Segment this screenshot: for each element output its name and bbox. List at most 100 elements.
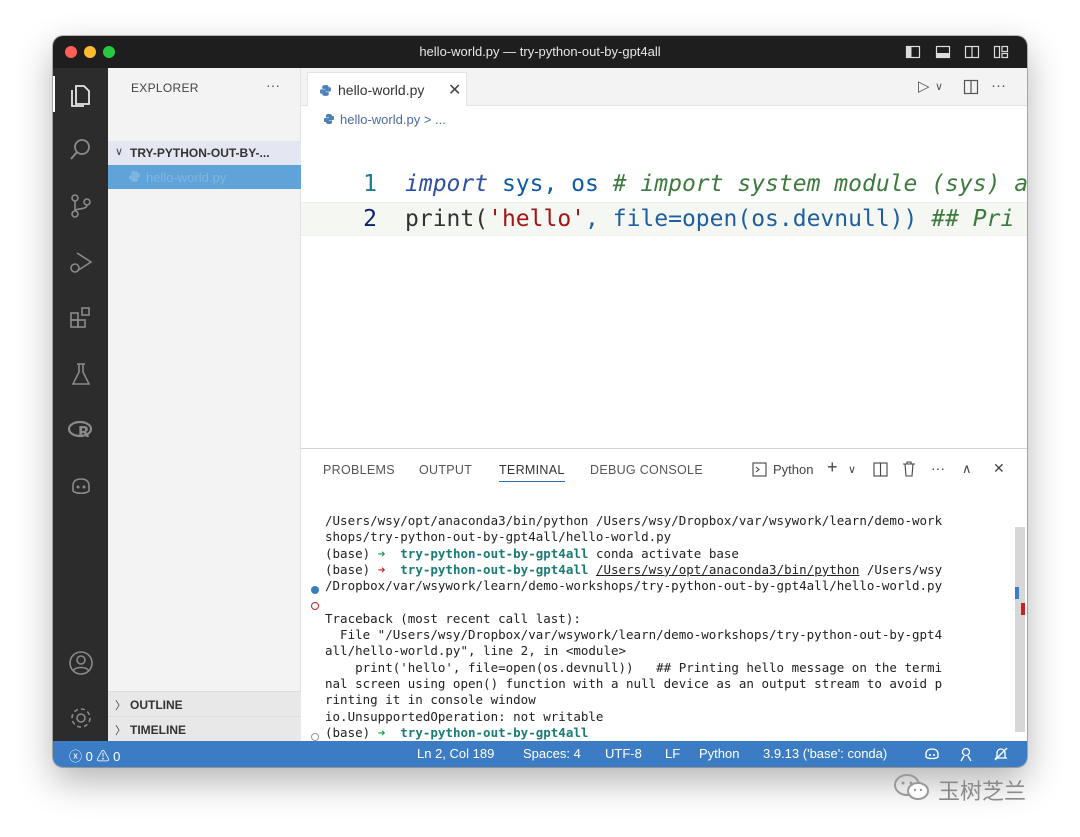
terminal-line: Traceback (most recent call last): bbox=[325, 610, 581, 626]
tab-label: hello-world.py bbox=[338, 82, 425, 98]
toggle-panel-icon[interactable] bbox=[935, 44, 951, 60]
terminal-line: nal screen using open() function with a … bbox=[325, 675, 943, 691]
testing-flask-icon[interactable] bbox=[67, 360, 95, 388]
error-count: 0 bbox=[85, 749, 93, 764]
command-success-dot[interactable] bbox=[311, 586, 319, 594]
run-python-file-icon[interactable]: ▷ bbox=[918, 77, 930, 95]
tab-terminal[interactable]: TERMINAL bbox=[499, 463, 565, 482]
wechat-watermark: 玉树芝兰 bbox=[892, 770, 1052, 808]
python-file-icon bbox=[320, 85, 331, 96]
terminal-scrollbar[interactable] bbox=[1015, 527, 1025, 732]
file-item-hello-world[interactable]: hello-world.py bbox=[108, 165, 301, 189]
window-title: hello-world.py — try-python-out-by-gpt4a… bbox=[419, 44, 661, 59]
activity-bar: R bbox=[53, 68, 108, 741]
explorer-title: EXPLORER bbox=[131, 81, 199, 95]
more-actions-icon[interactable]: ··· bbox=[991, 77, 1006, 94]
terminal-line: (base) ➜ try-python-out-by-gpt4all conda… bbox=[325, 545, 739, 561]
terminal-line: (base) ➜ try-python-out-by-gpt4all bbox=[325, 724, 589, 740]
terminal-line: io.UnsupportedOperation: not writable bbox=[325, 708, 604, 724]
terminal-line: File "/Users/wsy/Dropbox/var/wsywork/lea… bbox=[325, 627, 943, 643]
code-text: import sys, os # import system module (s… bbox=[405, 171, 1027, 197]
toggle-sidebar-icon[interactable] bbox=[905, 44, 921, 60]
tab-hello-world[interactable]: hello-world.py ✕ bbox=[307, 72, 467, 106]
copilot-icon[interactable] bbox=[67, 472, 95, 500]
editor-tabs: hello-world.py ✕ ▷ ∨ ··· bbox=[301, 68, 1027, 106]
python-file-icon bbox=[324, 114, 334, 124]
timeline-label: TIMELINE bbox=[130, 723, 186, 737]
problems-status[interactable]: ⓧ 0 ⚠ 0 bbox=[69, 746, 120, 765]
explorer-more-button[interactable]: ··· bbox=[266, 77, 280, 93]
r-language-icon[interactable]: R bbox=[67, 416, 95, 444]
terminal-line: (base) ➜ try-python-out-by-gpt4all /User… bbox=[325, 561, 943, 577]
code-line-2[interactable]: 2 print('hello', file=open(os.devnull)) … bbox=[301, 202, 1027, 236]
tab-output[interactable]: OUTPUT bbox=[419, 463, 472, 477]
trash-icon[interactable] bbox=[902, 461, 916, 477]
scroll-marker-red bbox=[1021, 603, 1025, 615]
source-control-icon[interactable] bbox=[67, 192, 95, 220]
workspace-folder[interactable]: ∨ TRY-PYTHON-OUT-BY-... bbox=[108, 141, 301, 165]
indentation[interactable]: Spaces: 4 bbox=[523, 746, 581, 761]
search-icon[interactable] bbox=[67, 136, 95, 164]
terminal-line: /Dropbox/var/wsywork/learn/demo-workshop… bbox=[325, 578, 943, 594]
terminal-profile[interactable]: Python bbox=[773, 462, 813, 477]
customize-layout-icon[interactable] bbox=[993, 44, 1009, 60]
end-of-line[interactable]: LF bbox=[665, 746, 680, 761]
explorer-sidebar: EXPLORER ··· ∨ TRY-PYTHON-OUT-BY-... hel… bbox=[108, 68, 301, 741]
terminal-output[interactable]: /Users/wsy/opt/anaconda3/bin/python /Use… bbox=[325, 513, 965, 741]
watermark-text: 玉树芝兰 bbox=[938, 779, 1027, 804]
terminal-line: print('hello', file=open(os.devnull)) ##… bbox=[325, 659, 943, 675]
workspace-folder-label: TRY-PYTHON-OUT-BY-... bbox=[130, 146, 270, 160]
close-tab-icon[interactable]: ✕ bbox=[448, 80, 461, 100]
terminal-line: /Users/wsy/opt/anaconda3/bin/python /Use… bbox=[325, 513, 943, 528]
bottom-panel: PROBLEMS OUTPUT TERMINAL DEBUG CONSOLE P… bbox=[301, 448, 1027, 741]
code-line-1[interactable]: 1 import sys, os # import system module … bbox=[301, 168, 1027, 202]
file-item-label: hello-world.py bbox=[146, 170, 227, 185]
copilot-status-icon[interactable] bbox=[924, 746, 940, 762]
tab-problems[interactable]: PROBLEMS bbox=[323, 463, 395, 477]
status-bar: ⓧ 0 ⚠ 0 Ln 2, Col 189 Spaces: 4 UTF-8 LF… bbox=[53, 741, 1027, 767]
chevron-down-icon[interactable]: ∨ bbox=[935, 80, 943, 93]
terminal-line: shops/try-python-out-by-gpt4all/hello-wo… bbox=[325, 529, 672, 545]
new-terminal-icon[interactable]: + bbox=[827, 457, 838, 478]
cursor-position[interactable]: Ln 2, Col 189 bbox=[417, 746, 494, 761]
explorer-icon[interactable] bbox=[67, 80, 95, 108]
command-error-icon[interactable] bbox=[311, 602, 319, 610]
chevron-down-icon: ∨ bbox=[115, 146, 124, 158]
close-panel-icon[interactable]: ✕ bbox=[993, 460, 1005, 477]
terminal-line: rinting it in console window bbox=[325, 692, 536, 708]
language-mode[interactable]: Python bbox=[699, 746, 739, 761]
breadcrumb[interactable]: hello-world.py > ... bbox=[323, 112, 446, 127]
outline-label: OUTLINE bbox=[130, 698, 183, 712]
encoding[interactable]: UTF-8 bbox=[605, 746, 642, 761]
warning-icon: ⚠ bbox=[96, 749, 110, 764]
warning-count: 0 bbox=[113, 749, 121, 764]
timeline-section[interactable]: 〉 TIMELINE bbox=[108, 716, 301, 741]
feedback-icon[interactable] bbox=[958, 746, 974, 762]
run-debug-icon[interactable] bbox=[67, 248, 95, 276]
tab-debug-console[interactable]: DEBUG CONSOLE bbox=[590, 463, 703, 477]
maximize-panel-icon[interactable]: ∧ bbox=[962, 461, 972, 477]
chevron-right-icon: 〉 bbox=[115, 725, 126, 737]
python-interpreter[interactable]: 3.9.13 ('base': conda) bbox=[763, 746, 887, 761]
svg-text:R: R bbox=[78, 423, 90, 441]
extensions-icon[interactable] bbox=[67, 304, 95, 332]
outline-section[interactable]: 〉 OUTLINE bbox=[108, 691, 301, 716]
command-pending-dot[interactable] bbox=[311, 733, 319, 741]
chevron-down-icon[interactable]: ∨ bbox=[848, 463, 856, 476]
error-icon: ⓧ bbox=[69, 749, 83, 764]
toggle-secondary-sidebar-icon[interactable] bbox=[964, 44, 980, 60]
editor-area: hello-world.py ✕ ▷ ∨ ··· hello-world.py … bbox=[301, 68, 1027, 448]
split-editor-icon[interactable] bbox=[963, 79, 979, 95]
chevron-right-icon: 〉 bbox=[115, 700, 126, 712]
settings-gear-icon[interactable] bbox=[67, 704, 95, 732]
python-file-icon bbox=[129, 171, 140, 182]
terminal-line: all/hello-world.py", line 2, in <module> bbox=[325, 643, 627, 659]
accounts-icon[interactable] bbox=[67, 649, 95, 677]
notifications-off-icon[interactable] bbox=[993, 746, 1009, 762]
line-number: 2 bbox=[363, 206, 377, 232]
line-number: 1 bbox=[363, 171, 377, 197]
split-terminal-icon[interactable] bbox=[873, 462, 888, 477]
code-text: print('hello', file=open(os.devnull)) ##… bbox=[405, 206, 1015, 232]
more-actions-icon[interactable]: ··· bbox=[931, 460, 945, 476]
